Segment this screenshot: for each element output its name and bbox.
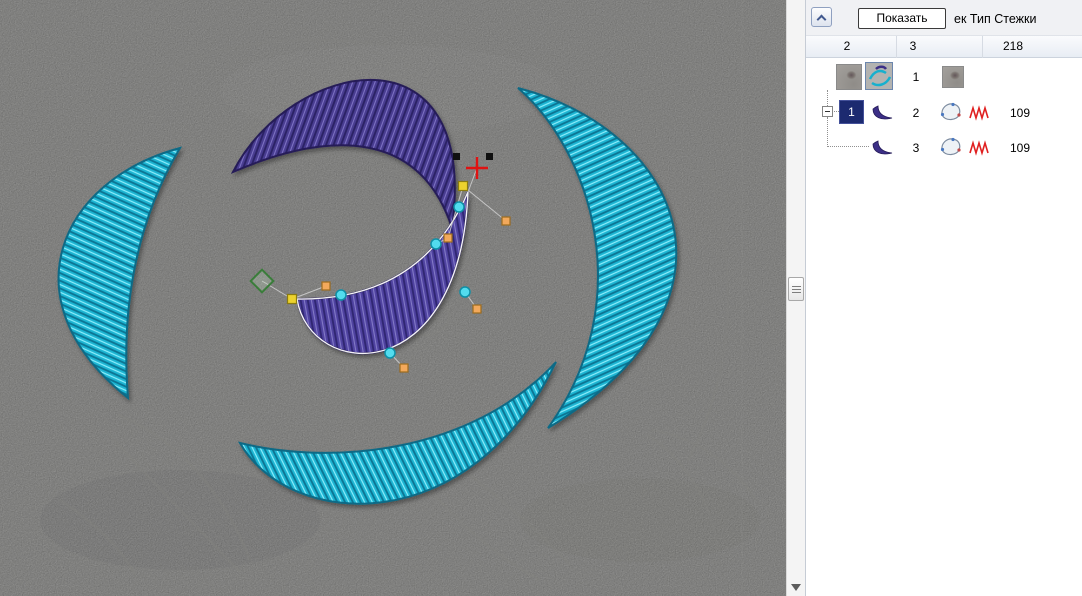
selected-order-cell[interactable]: 1	[839, 100, 864, 124]
chevron-up-icon	[817, 15, 827, 25]
tree-line	[827, 117, 828, 147]
column-headers-label: ек Тип Стежки	[954, 12, 1036, 26]
design-photo-thumbnail	[942, 66, 964, 88]
panel-toolbar: Показать ек Тип Стежки	[806, 0, 1082, 36]
show-button[interactable]: Показать	[858, 8, 946, 29]
minus-box-icon	[825, 111, 830, 112]
design-preview-icon	[866, 63, 892, 89]
total-stitches: 218	[992, 39, 1034, 53]
satin-shape-icon	[938, 134, 964, 160]
crescent-icon	[870, 102, 896, 124]
tree-line	[827, 146, 869, 147]
scrollbar-grip-handle[interactable]	[788, 277, 804, 301]
crescent-icon	[870, 137, 896, 159]
satin-shape-icon	[938, 99, 964, 125]
stitch-count: 109	[1000, 106, 1040, 120]
total-count: 3	[902, 39, 924, 53]
zigzag-stitch-icon	[968, 140, 992, 156]
totals-row: 2 3 218	[806, 36, 1082, 58]
design-photo-thumbnail	[836, 64, 862, 90]
stitch-count: 109	[1000, 141, 1040, 155]
tree-line	[827, 90, 828, 106]
object-list-panel: Показать ек Тип Стежки 2 3 218	[806, 0, 1082, 596]
design-preview-thumbnail	[865, 62, 893, 90]
collapse-panel-button[interactable]	[811, 7, 832, 27]
embroidery-editor-window: Показать ек Тип Стежки 2 3 218	[0, 0, 1082, 596]
column-divider	[982, 36, 983, 58]
total-objects: 2	[836, 39, 858, 53]
row-number: 2	[906, 106, 926, 120]
row-number: 1	[906, 70, 926, 84]
column-divider	[896, 36, 897, 58]
canvas-svg[interactable]	[0, 0, 786, 596]
zigzag-stitch-icon	[968, 105, 992, 121]
row-number: 3	[906, 141, 926, 155]
design-canvas[interactable]	[0, 0, 786, 596]
canvas-vertical-scrollbar[interactable]	[786, 0, 806, 596]
grip-icon	[792, 289, 801, 290]
object-rows: 1 1 2	[806, 58, 1082, 596]
arrow-down-icon[interactable]	[791, 584, 801, 591]
tree-expand-button[interactable]	[822, 106, 833, 117]
